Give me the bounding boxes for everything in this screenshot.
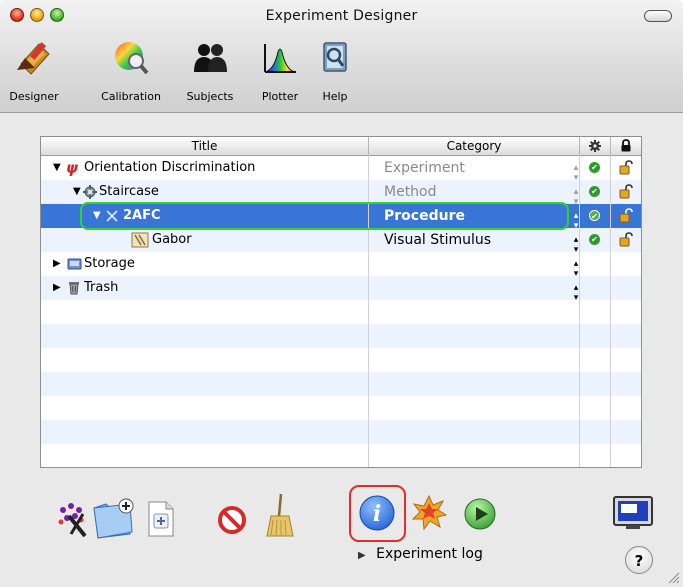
empty-row (41, 348, 641, 372)
disclosure-collapsed-icon: ▶ (358, 550, 366, 561)
row-title: Orientation Discrimination (84, 160, 256, 175)
drive-icon (67, 258, 82, 270)
broom-icon[interactable] (263, 492, 297, 540)
toolbar-help-button[interactable]: Help (315, 42, 355, 103)
table-row[interactable]: ▶ Storage ▴ ▾ (41, 252, 641, 279)
toolbar-plotter-label: Plotter (261, 90, 299, 103)
empty-row (41, 396, 641, 420)
display-window-icon[interactable] (612, 495, 656, 533)
spectrum-plot-icon (264, 44, 296, 73)
gear-icon (83, 185, 97, 199)
delete-icon[interactable] (217, 505, 247, 535)
check-circle-icon[interactable]: ✔ (589, 162, 600, 173)
disclosure-collapsed-icon[interactable]: ▶ (53, 252, 61, 276)
column-header-category[interactable]: Category (369, 137, 580, 155)
column-header-lock[interactable] (611, 137, 640, 155)
title-bar: Experiment Designer Designer Calibration… (0, 0, 683, 113)
table-row[interactable]: ▼ Staircase Method ▴ ▾ ✔ (41, 180, 641, 207)
disclosure-collapsed-icon[interactable]: ▶ (53, 276, 61, 300)
svg-text:i: i (373, 501, 381, 527)
table-header: Title Category (41, 137, 641, 156)
toolbar-subjects-label: Subjects (186, 90, 234, 103)
psi-icon: ψ (66, 159, 78, 177)
unlocked-padlock-icon[interactable] (619, 232, 633, 247)
pencil-ruler-icon (17, 42, 50, 75)
toolbar-toggle-button[interactable] (644, 10, 672, 22)
toolbar-plotter-button[interactable]: Plotter (255, 44, 305, 103)
empty-row (41, 372, 641, 396)
table-row[interactable]: ▼ ψ Orientation Discrimination Experimen… (41, 156, 641, 183)
run-play-icon[interactable] (463, 497, 497, 531)
experiment-log-disclosure[interactable]: ▶ Experiment log (358, 546, 483, 562)
empty-row (41, 324, 641, 348)
check-circle-icon[interactable]: ✔ (589, 210, 600, 221)
help-button[interactable]: ? (625, 546, 653, 574)
burst-action-icon[interactable] (411, 495, 447, 531)
row-title: Staircase (99, 184, 159, 199)
toolbar-help-label: Help (322, 90, 348, 103)
gabor-icon (131, 232, 149, 248)
new-folder-icon[interactable] (90, 496, 136, 540)
experiment-log-label: Experiment log (376, 546, 483, 562)
unlocked-padlock-icon[interactable] (619, 160, 633, 175)
check-circle-icon[interactable]: ✔ (589, 186, 600, 197)
toolbar-subjects-button[interactable]: Subjects (180, 44, 240, 103)
gear-icon (589, 140, 601, 152)
toolbar-calibration-label: Calibration (101, 90, 161, 103)
table-row[interactable]: Gabor Visual Stimulus ▴ ▾ ✔ (41, 228, 641, 255)
trash-icon (69, 282, 79, 295)
toolbar-designer-label: Designer (9, 90, 59, 103)
window-title: Experiment Designer (265, 8, 418, 24)
column-header-title[interactable]: Title (41, 137, 369, 155)
info-icon[interactable]: i (357, 493, 397, 533)
wand-tree-icon[interactable] (55, 500, 95, 540)
table-row[interactable]: ▶ Trash ▴ ▾ (41, 276, 641, 303)
resize-grip-icon[interactable] (666, 570, 680, 584)
empty-row (41, 420, 641, 444)
column-header-enabled[interactable] (580, 137, 611, 155)
people-icon (194, 44, 227, 72)
column-divider (579, 155, 580, 467)
help-book-icon (323, 42, 347, 72)
toolbar-calibration-button[interactable]: Calibration (96, 42, 166, 103)
lock-icon (621, 139, 630, 152)
empty-row (41, 444, 641, 466)
color-wheel-magnifier-icon (115, 42, 149, 75)
unlocked-padlock-icon[interactable] (619, 184, 633, 199)
column-divider (610, 155, 611, 467)
row-category[interactable]: Method (384, 180, 437, 204)
row-category[interactable]: Experiment (384, 156, 465, 180)
row-title: Storage (84, 256, 135, 271)
experiment-designer-window: Experiment Designer Designer Calibration… (0, 0, 683, 587)
experiment-outline-table[interactable]: Title Category ▼ ψ Orientation Discrimin… (40, 136, 642, 468)
toolbar-designer-button[interactable]: Designer (9, 42, 59, 103)
new-document-icon[interactable] (146, 500, 176, 538)
row-title: Trash (84, 280, 119, 295)
disclosure-expanded-icon[interactable]: ▼ (53, 156, 61, 180)
selection-highlight-ring (80, 202, 569, 230)
check-circle-icon[interactable]: ✔ (589, 234, 600, 245)
row-title: Gabor (152, 232, 192, 247)
unlocked-padlock-icon[interactable] (619, 208, 633, 223)
empty-row (41, 300, 641, 324)
disclosure-expanded-icon[interactable]: ▼ (73, 180, 81, 204)
row-category[interactable]: Visual Stimulus (384, 228, 491, 252)
